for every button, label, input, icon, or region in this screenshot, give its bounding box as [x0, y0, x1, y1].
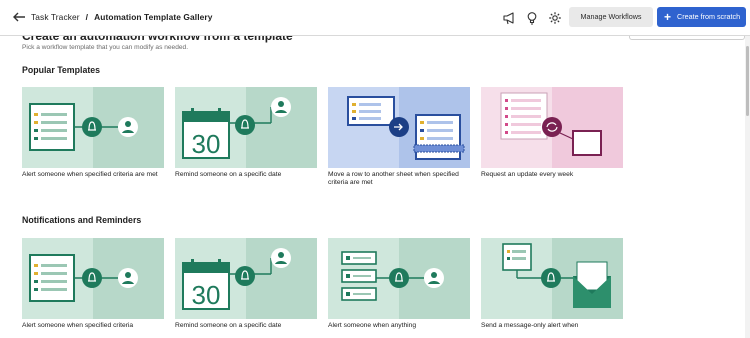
message-alert-illustration — [481, 238, 623, 319]
scrollbar-thumb[interactable] — [746, 46, 749, 116]
breadcrumb-separator: / — [85, 12, 89, 22]
template-card-title[interactable]: Remind someone on a specific date — [175, 171, 317, 179]
template-card-request[interactable] — [481, 87, 623, 168]
anything-illustration — [328, 238, 470, 319]
breadcrumb-app[interactable]: Task Tracker — [31, 12, 80, 22]
template-card-anything[interactable] — [328, 238, 470, 319]
template-card-title[interactable]: Alert someone when specified criteria ar… — [22, 171, 164, 179]
lightbulb-icon[interactable] — [525, 11, 539, 25]
calendar-number: 30 — [192, 129, 221, 159]
template-card-title[interactable]: Send a message-only alert when — [481, 322, 623, 330]
template-card-alert[interactable] — [22, 238, 164, 319]
template-card-title[interactable]: Alert someone when specified criteria — [22, 322, 164, 330]
top-bar: Task Tracker / Automation Template Gallery… — [0, 0, 750, 36]
calendar-illustration: 30 — [175, 87, 317, 168]
request-update-illustration — [481, 87, 623, 168]
calendar-number: 30 — [192, 280, 221, 310]
section-title-notifications: Notifications and Reminders — [22, 215, 142, 225]
gear-icon[interactable] — [548, 11, 562, 25]
template-card-remind[interactable]: 30 — [175, 87, 317, 168]
template-card-remind[interactable]: 30 — [175, 238, 317, 319]
page-title: Automation Template Gallery — [94, 12, 213, 22]
alert-illustration — [22, 87, 164, 168]
alert-illustration — [22, 238, 164, 319]
create-from-scratch-label: Create from scratch — [677, 12, 741, 21]
template-card-message[interactable] — [481, 238, 623, 319]
calendar-illustration: 30 — [175, 238, 317, 319]
template-card-title[interactable]: Remind someone on a specific date — [175, 322, 317, 330]
template-card-title[interactable]: Alert someone when anything — [328, 322, 470, 330]
breadcrumb: Task Tracker / Automation Template Gallery — [31, 12, 213, 22]
create-from-scratch-button[interactable]: + Create from scratch — [657, 7, 746, 27]
intro-subtitle: Pick a workflow template that you can mo… — [22, 44, 189, 51]
template-card-title[interactable]: Move a row to another sheet when specifi… — [328, 171, 470, 188]
move-row-illustration — [328, 87, 470, 168]
template-card-move[interactable] — [328, 87, 470, 168]
back-arrow-icon[interactable] — [12, 10, 26, 24]
template-card-title[interactable]: Request an update every week — [481, 171, 623, 179]
manage-workflows-button[interactable]: Manage Workflows — [569, 7, 653, 27]
section-title-popular: Popular Templates — [22, 65, 101, 75]
megaphone-icon[interactable] — [502, 11, 516, 25]
template-card-alert[interactable] — [22, 87, 164, 168]
plus-icon: + — [664, 10, 672, 24]
